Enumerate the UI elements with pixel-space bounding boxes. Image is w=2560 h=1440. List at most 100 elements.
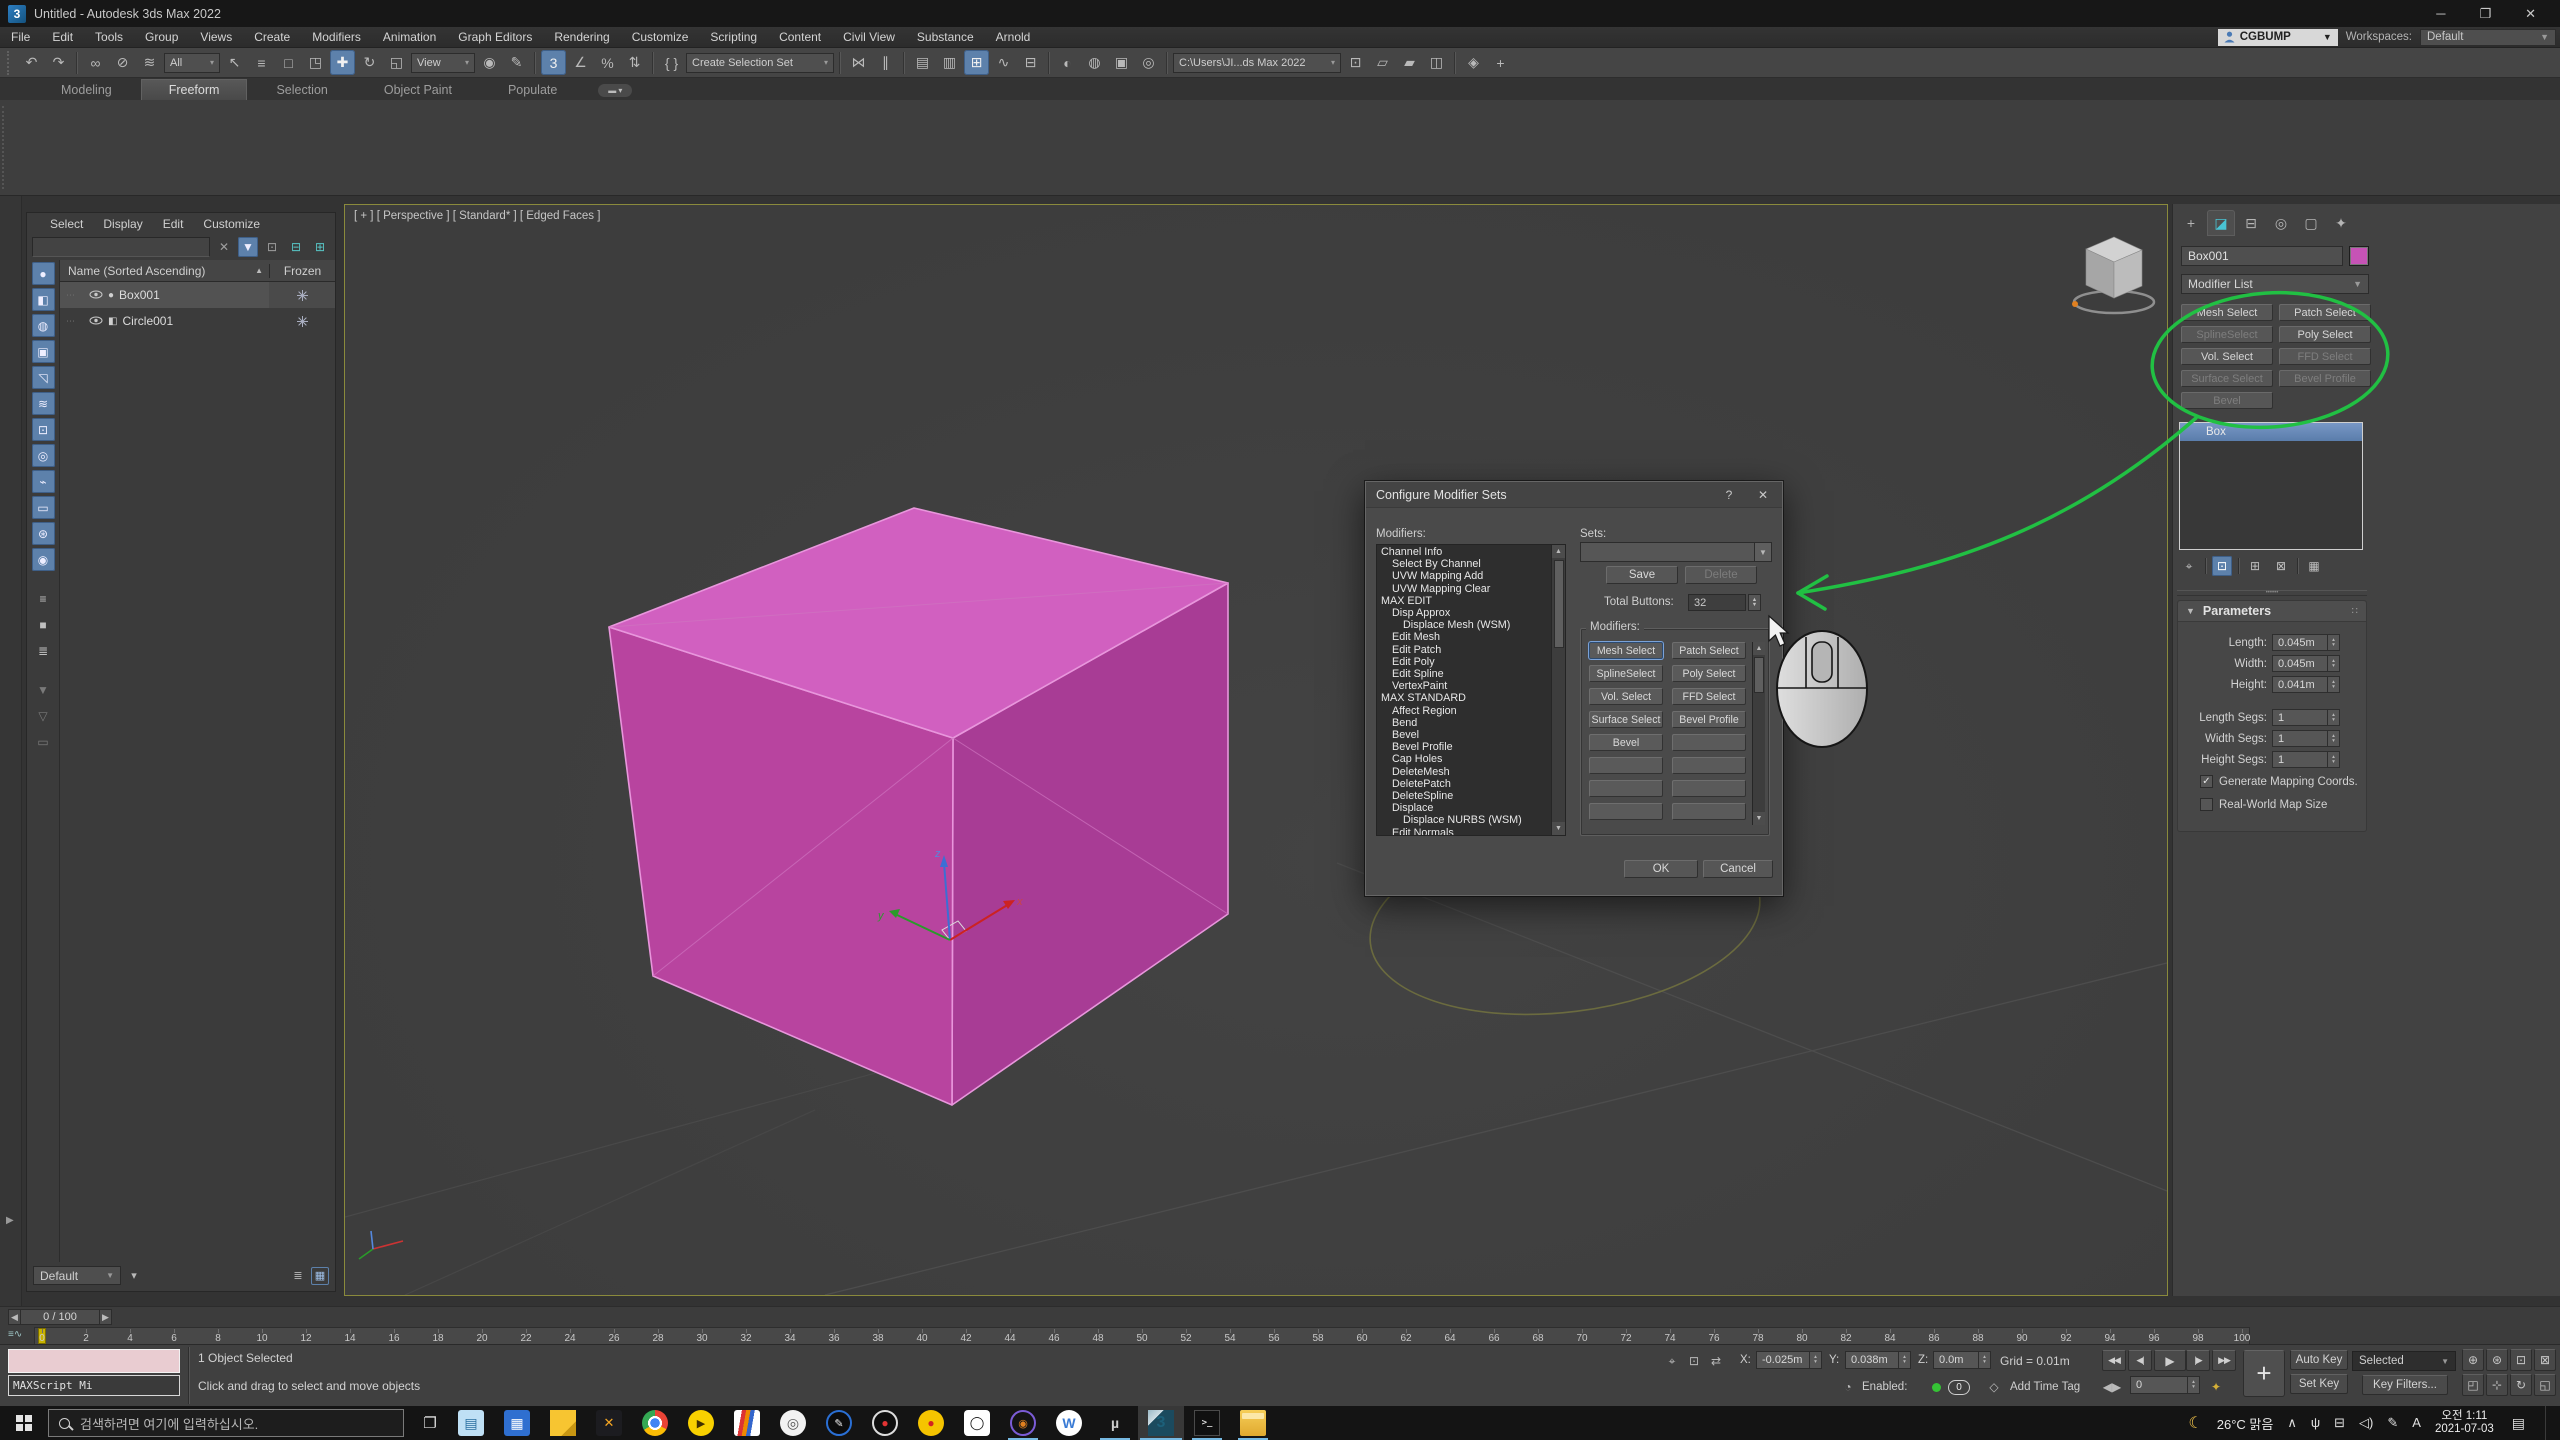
- dock-expand-icon[interactable]: ▶: [6, 1215, 14, 1226]
- modifier-list-item-bevel[interactable]: Bevel: [1377, 729, 1551, 741]
- explorer-row-box001[interactable]: ⋯●Box001: [60, 282, 335, 308]
- select-and-link-icon[interactable]: ∞: [83, 50, 108, 75]
- param-field-height-segs[interactable]: 1▴▾: [2272, 751, 2340, 768]
- taskbar-app-xsplit[interactable]: ✕: [586, 1406, 632, 1440]
- tab-display[interactable]: ▢: [2297, 210, 2325, 236]
- rendered-frame-window-icon[interactable]: ▣: [1109, 50, 1134, 75]
- notification-center-icon[interactable]: ▤: [2512, 1415, 2525, 1432]
- modifier-set-button-poly-select[interactable]: Poly Select: [2279, 326, 2371, 343]
- modifier-list-item-displace-mesh-wsm[interactable]: Displace Mesh (WSM): [1377, 619, 1551, 631]
- spinner-icon[interactable]: ▴▾: [1809, 1352, 1821, 1368]
- dialog-modifier-button-poly-select[interactable]: Poly Select: [1672, 665, 1746, 682]
- make-unique-icon[interactable]: ⊞: [2245, 556, 2265, 576]
- cancel-button[interactable]: Cancel: [1703, 860, 1773, 878]
- box001-object[interactable]: [609, 508, 1228, 1105]
- listbox-scrollbar[interactable]: ▲ ▼: [1551, 545, 1565, 835]
- spinner-icon[interactable]: ▴▾: [2327, 656, 2339, 671]
- dialog-modifier-button-empty[interactable]: [1589, 757, 1663, 774]
- scroll-up-icon[interactable]: ▲: [1552, 545, 1565, 558]
- spinner-icon[interactable]: ▴▾: [1978, 1352, 1990, 1368]
- checkbox-generate-mapping-coords[interactable]: ✓: [2200, 775, 2213, 788]
- modifier-set-button-bevel[interactable]: Bevel: [2181, 392, 2273, 409]
- select-and-manipulate-icon[interactable]: ✎: [504, 50, 529, 75]
- taskbar-app-sticky-notes[interactable]: [540, 1406, 586, 1440]
- display-shapes-icon[interactable]: ◧: [32, 288, 55, 311]
- dialog-modifier-button-empty[interactable]: [1589, 780, 1663, 797]
- dialog-modifier-button-patch-select[interactable]: Patch Select: [1672, 642, 1746, 659]
- absolute-offset-mode-icon[interactable]: ⇄: [1706, 1351, 1726, 1371]
- render-production-icon[interactable]: ◎: [1136, 50, 1161, 75]
- modifier-list-item-affect-region[interactable]: Affect Region: [1377, 705, 1551, 717]
- microphone-icon[interactable]: ψ: [2311, 1415, 2320, 1431]
- ribbon-grip[interactable]: [2, 106, 6, 189]
- modifier-list-item-displace-nurbs-wsm[interactable]: Displace NURBS (WSM): [1377, 814, 1551, 826]
- zoom-region-icon[interactable]: ◰: [2462, 1374, 2484, 1396]
- container-outline-icon[interactable]: ▭: [32, 730, 55, 753]
- object-color-swatch[interactable]: [2349, 246, 2369, 266]
- ribbon-collapse-button[interactable]: ▬ ▾: [598, 84, 632, 97]
- modifier-list-dropdown[interactable]: Modifier List ▼: [2181, 274, 2369, 294]
- panel-splitter[interactable]: ••••••: [2177, 590, 2367, 596]
- menu-item-group[interactable]: Group: [134, 28, 189, 46]
- tab-modify[interactable]: ◪: [2207, 210, 2235, 236]
- percent-snap-toggle-icon[interactable]: %: [595, 50, 620, 75]
- modifier-list-item-deletespline[interactable]: DeleteSpline: [1377, 790, 1551, 802]
- modifier-list-item-uvw-mapping-clear[interactable]: UVW Mapping Clear: [1377, 583, 1551, 595]
- zoom-extents-all-icon[interactable]: ⊠: [2534, 1349, 2556, 1371]
- taskbar-app-chrome[interactable]: [632, 1406, 678, 1440]
- lock-explorer-icon[interactable]: ⊡: [262, 237, 282, 257]
- menu-item-edit[interactable]: Edit: [41, 28, 84, 46]
- spinner-icon[interactable]: ▴▾: [2327, 677, 2339, 692]
- display-frozen-icon[interactable]: ⊛: [32, 522, 55, 545]
- display-connect-icon[interactable]: ⊟: [2334, 1415, 2345, 1431]
- modifier-set-button-patch-select[interactable]: Patch Select: [2279, 304, 2371, 321]
- tab-utilities[interactable]: ✦: [2327, 210, 2355, 236]
- object-name-field[interactable]: [2181, 246, 2343, 266]
- modifier-list-item-select-by-channel[interactable]: Select By Channel: [1377, 558, 1551, 570]
- display-cameras-icon[interactable]: ▣: [32, 340, 55, 363]
- workspace-dropdown[interactable]: Default ▼: [2420, 29, 2556, 46]
- select-and-scale-icon[interactable]: ◱: [384, 50, 409, 75]
- y-coordinate-field[interactable]: 0.038m▴▾: [1845, 1351, 1911, 1369]
- filter-settings-icon[interactable]: ▼: [32, 678, 55, 701]
- ribbon-tab-modeling[interactable]: Modeling: [34, 80, 139, 100]
- delete-button[interactable]: Delete: [1685, 566, 1757, 584]
- total-buttons-field[interactable]: 32: [1688, 594, 1746, 611]
- modifier-list-item-deletemesh[interactable]: DeleteMesh: [1377, 766, 1551, 778]
- modifier-list-item-bend[interactable]: Bend: [1377, 717, 1551, 729]
- explorer-row-circle001[interactable]: ⋯◧Circle001: [60, 308, 335, 334]
- tab-motion[interactable]: ◎: [2267, 210, 2295, 236]
- spinner-icon[interactable]: ▴▾: [2327, 752, 2339, 767]
- taskbar-app-paint-strokes[interactable]: [724, 1406, 770, 1440]
- weather-moon-icon[interactable]: ☾: [2188, 1413, 2202, 1433]
- toggle-layer-explorer-icon[interactable]: ▤: [910, 50, 935, 75]
- project-folder-dropdown[interactable]: C:\Users\JI...ds Max 2022▾: [1173, 53, 1341, 73]
- named-selection-sets-dropdown[interactable]: Create Selection Set▾: [686, 53, 834, 73]
- param-field-length[interactable]: 0.045m▴▾: [2272, 634, 2340, 651]
- preset-options-icon[interactable]: ▾: [125, 1267, 143, 1285]
- modifier-set-button-ffd-select[interactable]: FFD Select: [2279, 348, 2371, 365]
- toolbar-grip[interactable]: [7, 51, 14, 75]
- modifier-list-item-channel-info[interactable]: Channel Info: [1377, 546, 1551, 558]
- display-bones-icon[interactable]: ⌁: [32, 470, 55, 493]
- menu-item-graph-editors[interactable]: Graph Editors: [447, 28, 543, 46]
- pan-icon[interactable]: ⊹: [2486, 1374, 2508, 1396]
- scroll-up-icon[interactable]: ▲: [1753, 642, 1765, 655]
- redo-icon[interactable]: ↷: [46, 50, 71, 75]
- select-and-move-icon[interactable]: ✚: [330, 50, 355, 75]
- filter-icon[interactable]: ▽: [32, 704, 55, 727]
- play-icon[interactable]: ▶: [2154, 1350, 2186, 1371]
- isolate-selection-icon[interactable]: ◈: [1461, 50, 1486, 75]
- scrollbar-thumb[interactable]: [1554, 560, 1564, 648]
- ok-button[interactable]: OK: [1624, 860, 1698, 878]
- menu-item-views[interactable]: Views: [189, 28, 243, 46]
- set-key-button[interactable]: Set Key: [2290, 1374, 2348, 1394]
- go-to-start-icon[interactable]: ◀◀: [2102, 1350, 2126, 1371]
- timeline-ruler[interactable]: 0246810121416182022242628303234363840424…: [34, 1327, 2250, 1345]
- modifier-set-button-bevel-profile[interactable]: Bevel Profile: [2279, 370, 2371, 387]
- mini-curve-editor-icon[interactable]: ≡∿: [8, 1329, 22, 1340]
- spinner-icon[interactable]: ▴▾: [2327, 710, 2339, 725]
- display-all-icon[interactable]: ■: [32, 613, 55, 636]
- time-tag-icon[interactable]: ◇: [1984, 1377, 2004, 1397]
- dialog-titlebar[interactable]: Configure Modifier Sets ? ✕: [1366, 482, 1782, 508]
